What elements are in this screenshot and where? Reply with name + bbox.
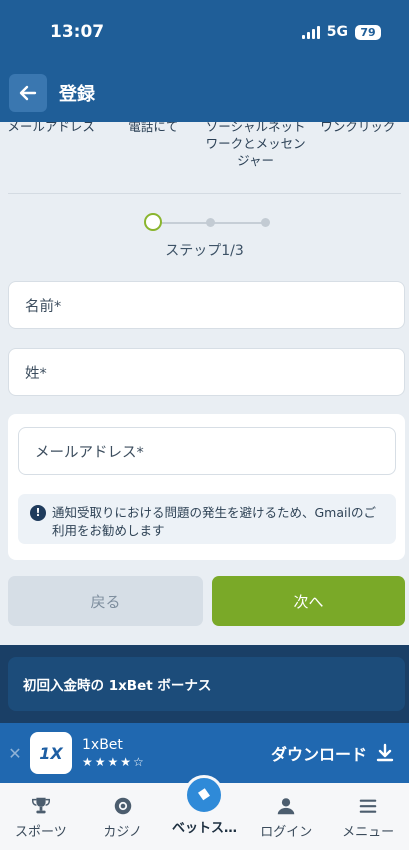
tab-label: カジノ (103, 825, 143, 840)
chip-icon (114, 797, 131, 815)
arrow-left-icon (19, 85, 37, 101)
ticket-icon (184, 775, 225, 815)
bonus-banner[interactable]: 初回入金時の 1xBet ボーナス (8, 657, 405, 711)
notice-text: 通知受取りにおける問題の発生を避けるため、Gmailのご利用をお勧めします (52, 505, 376, 538)
back-button[interactable] (9, 74, 47, 112)
app-header: 登録 (0, 64, 409, 122)
close-icon[interactable]: ✕ (0, 744, 30, 763)
battery-icon: 79 (355, 24, 381, 40)
tab-label: ログイン (260, 825, 313, 840)
status-bar: 13:07 5G 79 (0, 0, 409, 64)
signal-icon (301, 25, 320, 39)
bottom-tab-bar: スポーツ カジノ ベットス… ログイン メニュー (0, 775, 409, 850)
method-tab-social[interactable]: ソーシャルネットワークとメッセンジャー (205, 122, 307, 194)
tab-label: ベットス… (171, 821, 237, 836)
star-rating: ★★★★☆ (82, 755, 146, 769)
next-button[interactable]: 次へ (212, 576, 405, 626)
tab-menu[interactable]: メニュー (327, 783, 409, 850)
network-type: 5G (326, 24, 348, 40)
divider (8, 193, 401, 194)
registration-method-tabs: メールアドレス 電話にて ソーシャルネットワークとメッセンジャー ワンクリック (0, 122, 409, 194)
tab-login[interactable]: ログイン (245, 783, 327, 850)
status-time: 13:07 (50, 22, 105, 42)
last-name-field[interactable]: 姓* (8, 348, 405, 396)
download-icon (376, 743, 394, 762)
trophy-icon (31, 797, 50, 814)
method-tab-one-click[interactable]: ワンクリック (307, 122, 409, 194)
step-dot-current (144, 213, 162, 231)
info-icon: ! (30, 505, 46, 521)
step-dot (261, 218, 270, 227)
step-label: ステップ1/3 (165, 243, 244, 259)
gmail-notice: ! 通知受取りにおける問題の発生を避けるため、Gmailのご利用をお勧めします (18, 494, 396, 544)
app-name: 1xBet (82, 737, 123, 753)
method-tab-phone[interactable]: 電話にて (102, 122, 204, 194)
stepper (0, 213, 409, 233)
download-button[interactable]: ダウンロード (271, 741, 395, 765)
app-logo: 1X (30, 732, 72, 774)
tab-sports[interactable]: スポーツ (0, 783, 82, 850)
user-icon (278, 798, 295, 815)
tab-casino[interactable]: カジノ (82, 783, 164, 850)
step-dot (206, 218, 215, 227)
menu-icon (359, 799, 377, 813)
download-label: ダウンロード (270, 745, 367, 764)
tab-label: メニュー (342, 825, 395, 840)
email-field[interactable]: メールアドレス* (18, 427, 396, 475)
app-meta: 1xBet ★★★★☆ (82, 737, 146, 769)
first-name-field[interactable]: 名前* (8, 281, 405, 329)
tab-label: スポーツ (15, 825, 67, 840)
app-download-banner: ✕ 1X 1xBet ★★★★☆ ダウンロード (0, 723, 409, 783)
back-step-button[interactable]: 戻る (8, 576, 203, 626)
method-tab-email[interactable]: メールアドレス (0, 122, 102, 194)
status-indicators: 5G 79 (301, 24, 381, 40)
tab-bet-slip[interactable]: ベットス… (164, 775, 246, 850)
page-title: 登録 (59, 84, 95, 105)
